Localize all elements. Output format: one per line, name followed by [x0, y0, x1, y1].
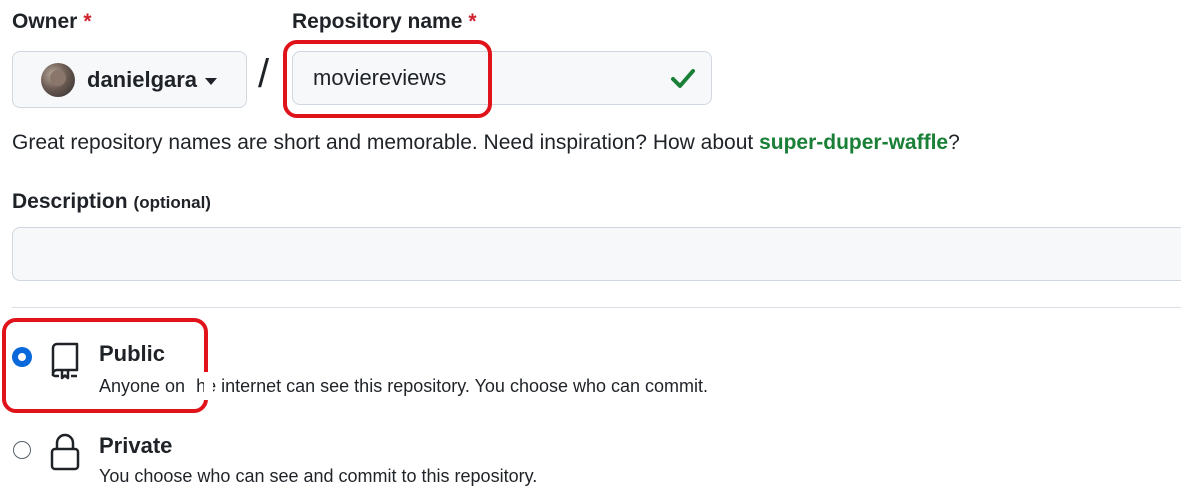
public-desc-part-2: he internet can see this repository. You… [196, 376, 709, 396]
description-label-text: Description [12, 190, 128, 213]
suggested-name-link[interactable]: super-duper-waffle [759, 131, 948, 154]
optional-tag: (optional) [133, 193, 211, 212]
repository-name-input[interactable] [292, 51, 712, 105]
repository-required-mark: * [468, 10, 477, 33]
description-input[interactable] [12, 227, 1181, 281]
lock-icon [50, 433, 80, 471]
repository-name-label-text: Repository name [292, 10, 463, 33]
public-option-title[interactable]: Public [99, 341, 165, 367]
repository-name-hint: Great repository names are short and mem… [12, 131, 960, 155]
owner-label-text: Owner [12, 10, 78, 33]
owner-repo-separator: / [258, 52, 270, 96]
private-option-title[interactable]: Private [99, 433, 172, 459]
private-option-description: You choose who can see and commit to thi… [99, 466, 538, 486]
description-label: Description (optional) [12, 190, 211, 214]
new-repository-form: Owner* Repository name* danielgara / Gre… [0, 0, 1181, 488]
owner-name: danielgara [87, 66, 198, 92]
check-icon [671, 69, 695, 88]
public-desc-part-1: Anyone on [99, 376, 186, 396]
private-radio[interactable] [13, 441, 31, 459]
avatar [41, 62, 75, 97]
repository-name-label: Repository name * [292, 10, 477, 34]
repo-icon [51, 342, 79, 380]
annotation-gap [204, 372, 213, 400]
section-divider [12, 307, 1181, 308]
hint-suffix: ? [948, 131, 960, 154]
public-option-description: Anyone on he internet can see this reposi… [99, 376, 708, 397]
owner-label: Owner * [12, 10, 92, 34]
caret-down-icon [205, 77, 218, 85]
owner-dropdown-button[interactable]: danielgara [12, 51, 247, 108]
public-radio[interactable] [13, 348, 31, 366]
hint-prefix: Great repository names are short and mem… [12, 131, 760, 154]
owner-required-mark: * [83, 10, 92, 33]
